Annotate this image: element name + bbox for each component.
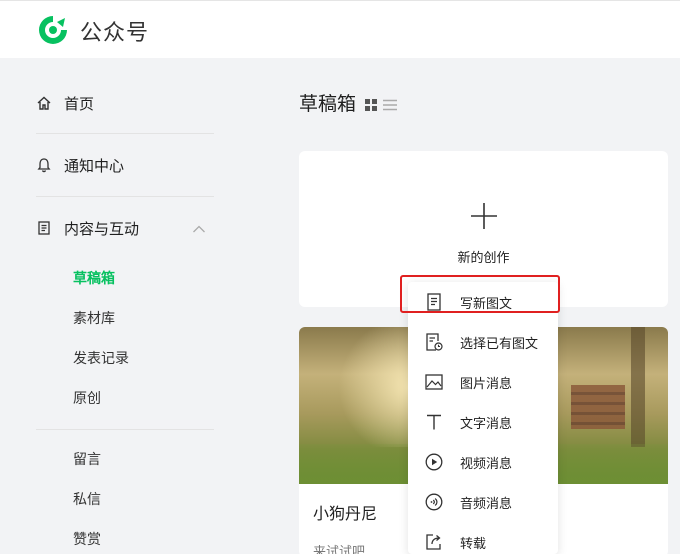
menu-item-video-message[interactable]: 视频消息 xyxy=(408,442,558,482)
menu-item-text-message[interactable]: 文字消息 xyxy=(408,402,558,442)
sidebar-subitem-original[interactable]: 原创 xyxy=(73,389,101,409)
existing-article-icon xyxy=(408,333,460,351)
sidebar-subitem-publish-history[interactable]: 发表记录 xyxy=(73,349,129,369)
article-title: 小狗丹尼 xyxy=(313,504,378,523)
divider xyxy=(36,429,214,430)
new-creation-label: 新的创作 xyxy=(457,251,510,266)
create-dropdown-menu: 写新图文 选择已有图文 图片消息 文字消息 视频消息 音频消息 转载 xyxy=(408,282,558,554)
bell-icon xyxy=(36,157,64,173)
menu-item-choose-existing[interactable]: 选择已有图文 xyxy=(408,322,558,362)
article-description: 来试试吧 xyxy=(313,545,366,554)
menu-item-label: 转载 xyxy=(460,536,487,552)
menu-item-label: 视频消息 xyxy=(460,456,513,472)
sidebar-item-label: 内容与互动 xyxy=(64,219,140,238)
wechat-official-logo-icon[interactable] xyxy=(36,13,70,47)
app-title[interactable]: 公众号 xyxy=(80,15,149,47)
menu-item-image-message[interactable]: 图片消息 xyxy=(408,362,558,402)
menu-item-label: 图片消息 xyxy=(460,376,513,392)
menu-item-repost[interactable]: 转载 xyxy=(408,522,558,554)
plus-icon xyxy=(471,203,497,233)
video-icon xyxy=(408,453,460,471)
grid-view-icon[interactable] xyxy=(365,96,377,115)
list-view-icon[interactable] xyxy=(383,96,397,115)
sidebar: 首页 通知中心 内容与互动 草稿箱 素材库 发表记录 原创 留言 私信 赞赏 xyxy=(0,58,250,554)
sidebar-item-notifications[interactable]: 通知中心 xyxy=(36,134,214,196)
sidebar-subitem-drafts[interactable]: 草稿箱 xyxy=(73,269,115,289)
sidebar-subitem-comments[interactable]: 留言 xyxy=(73,450,101,470)
menu-item-audio-message[interactable]: 音频消息 xyxy=(408,482,558,522)
sidebar-item-content[interactable]: 内容与互动 xyxy=(36,197,214,259)
highlight-box xyxy=(400,275,560,313)
page-title: 草稿箱 xyxy=(299,93,357,115)
sidebar-item-label: 通知中心 xyxy=(64,156,125,175)
text-icon xyxy=(408,414,460,430)
sidebar-subitem-messages[interactable]: 私信 xyxy=(73,490,101,510)
image-icon xyxy=(408,374,460,390)
audio-icon xyxy=(408,493,460,511)
sidebar-subitem-materials[interactable]: 素材库 xyxy=(73,309,115,329)
menu-item-label: 文字消息 xyxy=(460,416,513,432)
chevron-up-icon[interactable] xyxy=(192,219,206,238)
sidebar-item-home[interactable]: 首页 xyxy=(36,72,214,134)
document-icon xyxy=(36,220,64,236)
top-bar: 公众号 xyxy=(0,0,680,58)
sidebar-item-label: 首页 xyxy=(64,94,95,113)
menu-item-label: 音频消息 xyxy=(460,496,513,512)
sidebar-subitem-rewards[interactable]: 赞赏 xyxy=(73,530,101,550)
view-toggle xyxy=(365,96,397,115)
home-icon xyxy=(36,95,64,111)
menu-item-label: 选择已有图文 xyxy=(460,336,539,352)
repost-icon xyxy=(408,533,460,551)
